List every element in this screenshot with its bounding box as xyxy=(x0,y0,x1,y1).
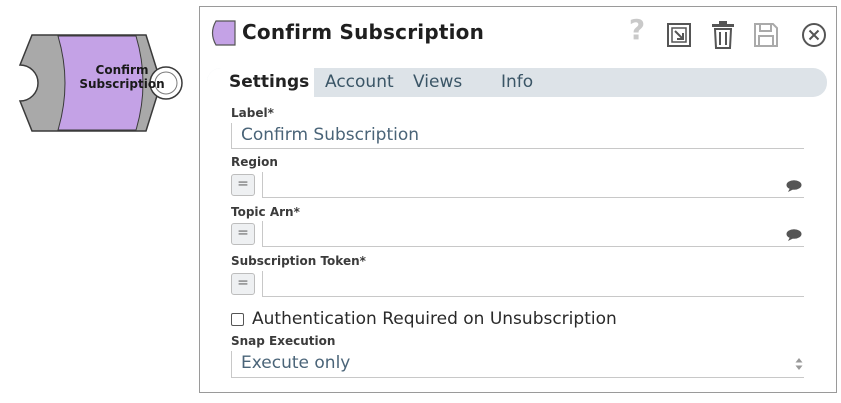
snap-settings-dialog: Confirm Subscription ? Settings Account … xyxy=(199,6,837,393)
region-field-title: Region xyxy=(231,155,278,169)
auth-required-row: Authentication Required on Unsubscriptio… xyxy=(231,309,617,329)
delete-icon[interactable] xyxy=(709,21,737,49)
snap-node-label-line1: Confirm xyxy=(95,63,149,77)
dialog-header: Confirm Subscription ? xyxy=(200,7,836,63)
snap-node[interactable]: Confirm Subscription xyxy=(18,34,186,132)
subscription-token-field-title: Subscription Token* xyxy=(231,254,366,268)
topic-arn-input[interactable] xyxy=(262,221,804,247)
tab-bar: Settings Account Views Info xyxy=(207,68,827,99)
save-icon[interactable] xyxy=(752,21,780,49)
snap-node-label-line2: Subscription xyxy=(79,77,165,91)
topic-arn-field-title: Topic Arn* xyxy=(231,205,300,219)
snap-node-label: Confirm Subscription xyxy=(68,63,176,91)
topic-arn-expression-toggle[interactable]: = xyxy=(231,223,255,245)
suggest-bubble-icon[interactable] xyxy=(786,180,802,192)
snap-execution-value: Execute only xyxy=(241,353,351,373)
auth-required-checkbox[interactable] xyxy=(231,312,244,326)
tab-views[interactable]: Views xyxy=(413,68,462,97)
help-icon[interactable]: ? xyxy=(626,13,648,46)
auth-required-label: Authentication Required on Unsubscriptio… xyxy=(252,309,617,329)
dialog-title: Confirm Subscription xyxy=(242,20,485,44)
snap-type-icon xyxy=(211,20,236,46)
select-arrows-icon xyxy=(795,358,803,370)
label-field-title: Label* xyxy=(231,106,274,120)
suggest-bubble-icon[interactable] xyxy=(786,229,802,241)
region-expression-toggle[interactable]: = xyxy=(231,174,255,196)
tab-settings[interactable]: Settings xyxy=(207,68,314,99)
label-input[interactable]: Confirm Subscription xyxy=(231,123,804,149)
subscription-token-input[interactable] xyxy=(262,271,804,297)
region-input[interactable] xyxy=(262,172,804,198)
snap-execution-select[interactable]: Execute only xyxy=(231,351,804,378)
subscription-token-expression-toggle[interactable]: = xyxy=(231,273,255,295)
close-icon[interactable] xyxy=(800,21,828,49)
tab-info[interactable]: Info xyxy=(501,68,533,97)
snap-execution-field-title: Snap Execution xyxy=(231,334,336,348)
expand-icon[interactable] xyxy=(665,21,693,49)
tab-account[interactable]: Account xyxy=(325,68,394,97)
